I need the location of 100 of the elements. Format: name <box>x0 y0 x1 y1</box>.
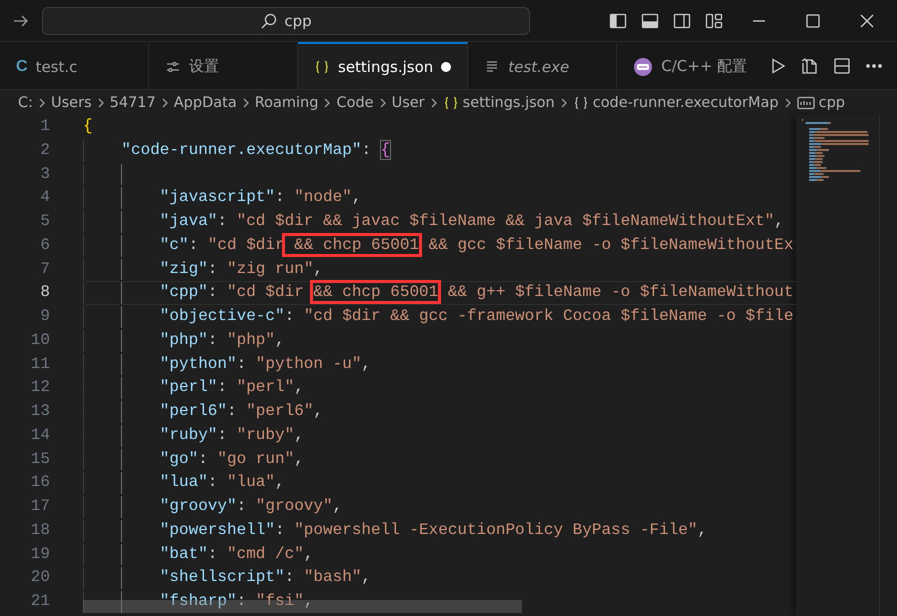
chevron-icon <box>558 96 569 110</box>
indent-guide <box>83 472 84 494</box>
indent-guide <box>121 282 122 304</box>
chevron-icon <box>782 96 793 110</box>
indent-guide <box>83 448 84 470</box>
line-number: 5 <box>39 211 51 232</box>
chevron-icon <box>240 96 251 110</box>
line-number: 15 <box>30 448 51 470</box>
code-line: "cpp": "cd $dir && chcp 65001 && g++ $fileName -o $fileNameWithout <box>160 282 794 304</box>
indent-guide <box>121 591 122 613</box>
indent-guide <box>83 591 84 613</box>
indent-guide <box>83 330 84 352</box>
indent-guide <box>121 211 122 233</box>
indent-guide <box>121 544 122 566</box>
code-line: "go": "go run", <box>160 448 304 470</box>
line-number: 17 <box>30 496 51 517</box>
code-line: "groovy": "groovy", <box>160 496 342 517</box>
search-icon <box>260 12 278 30</box>
panel-bottom-icon[interactable] <box>641 12 659 30</box>
code-line: "php": "php", <box>160 330 285 351</box>
line-number: 14 <box>30 424 51 446</box>
breadcrumb-item[interactable]: C: <box>18 94 34 110</box>
line-number: 12 <box>30 377 51 398</box>
editor-tab[interactable]: settings.json <box>298 42 468 89</box>
line-number: 8 <box>39 282 51 304</box>
line-number: 11 <box>30 354 51 374</box>
indent-guide <box>83 187 84 209</box>
code-line: "perl": "perl", <box>160 377 304 398</box>
chevron-icon <box>160 96 170 110</box>
indent-guide <box>83 496 84 518</box>
line-number: 20 <box>30 567 51 588</box>
code-line: "objective-c": "cd $dir && gcc -framework Cocoa $fileName -o $file <box>160 306 794 327</box>
code-line: "c": "cd $dir && chcp 65001 && gcc $fileName -o $fileNameWithoutEx <box>160 234 794 256</box>
indent-guide <box>121 258 122 280</box>
breadcrumb-item[interactable]: Code <box>336 94 374 110</box>
code-line: "lua": "lua", <box>160 472 285 494</box>
breadcrumb-item[interactable]: Users <box>51 94 92 110</box>
code-line: { <box>83 116 93 137</box>
text-field-icon <box>796 96 815 110</box>
indent-guide <box>83 258 84 280</box>
indent-guide <box>121 401 122 423</box>
line-number: 7 <box>39 258 51 280</box>
indent-guide <box>83 424 84 446</box>
code-line: "python": "python -u", <box>160 354 372 374</box>
indent-guide <box>83 520 84 542</box>
chevron-icon <box>322 96 332 110</box>
chevron-icon <box>378 96 388 110</box>
indent-guide <box>83 567 84 589</box>
indent-guide <box>121 472 122 494</box>
indent-guide <box>83 211 84 233</box>
indent-guide <box>83 306 84 328</box>
close-icon[interactable] <box>859 12 875 28</box>
code-line: "zig": "zig run", <box>160 258 324 280</box>
indent-guide <box>83 544 84 566</box>
breadcrumb-item[interactable]: settings.json <box>442 94 555 110</box>
code-line: "fsharp": "fsi", <box>160 591 314 612</box>
indent-guide <box>83 282 84 304</box>
line-number: 19 <box>30 544 51 564</box>
indent-guide <box>121 354 122 376</box>
line-number: 9 <box>39 306 51 327</box>
unsaved-dot[interactable] <box>441 62 452 72</box>
split-editor-icon[interactable] <box>833 56 851 74</box>
code-line: "javascript": "node", <box>160 187 362 208</box>
code-line: "perl6": "perl6", <box>160 401 324 422</box>
extension-logo-icon <box>633 56 654 76</box>
indent-guide <box>83 377 84 399</box>
indent-guide <box>121 448 122 470</box>
line-number: 18 <box>30 520 51 541</box>
line-number: 3 <box>39 164 51 184</box>
line-number: 13 <box>30 401 51 422</box>
sidebar-right-icon[interactable] <box>673 12 691 30</box>
breadcrumb-item[interactable]: User <box>392 94 425 110</box>
line-number: 1 <box>39 116 51 137</box>
sidebar-left-icon[interactable] <box>609 12 627 30</box>
indent-guide <box>121 377 122 399</box>
indent-guide <box>83 401 84 423</box>
chevron-icon <box>96 96 106 110</box>
line-number: 16 <box>30 472 51 494</box>
breadcrumb-item[interactable]: Roaming <box>254 94 318 110</box>
indent-guide <box>83 140 84 162</box>
code-line: "java": "cd $dir && javac $fileName && java $fileNameWithoutExt", <box>160 211 784 232</box>
breadcrumb-item[interactable]: AppData <box>174 94 237 110</box>
chevron-icon <box>428 96 439 110</box>
code-line: "ruby": "ruby", <box>160 424 304 446</box>
breadcrumb-item[interactable]: 54717 <box>110 94 156 110</box>
line-number: 10 <box>30 330 51 351</box>
braces-icon <box>442 94 459 110</box>
arrow-right-icon[interactable] <box>12 12 30 28</box>
indent-guide <box>121 520 122 542</box>
maximize-icon[interactable] <box>805 12 821 28</box>
braces-icon <box>314 58 330 74</box>
breadcrumb-item[interactable]: code-runner.executorMap <box>572 94 779 110</box>
indent-guide <box>121 496 122 518</box>
indent-guide <box>121 164 122 186</box>
line-number: 6 <box>39 234 51 256</box>
command-center[interactable]: cpp <box>42 6 530 34</box>
layout-icon[interactable] <box>705 12 723 30</box>
open-changes-icon[interactable] <box>801 56 819 74</box>
chevron-icon <box>37 96 48 110</box>
breadcrumb-item[interactable]: cpp <box>796 94 846 110</box>
